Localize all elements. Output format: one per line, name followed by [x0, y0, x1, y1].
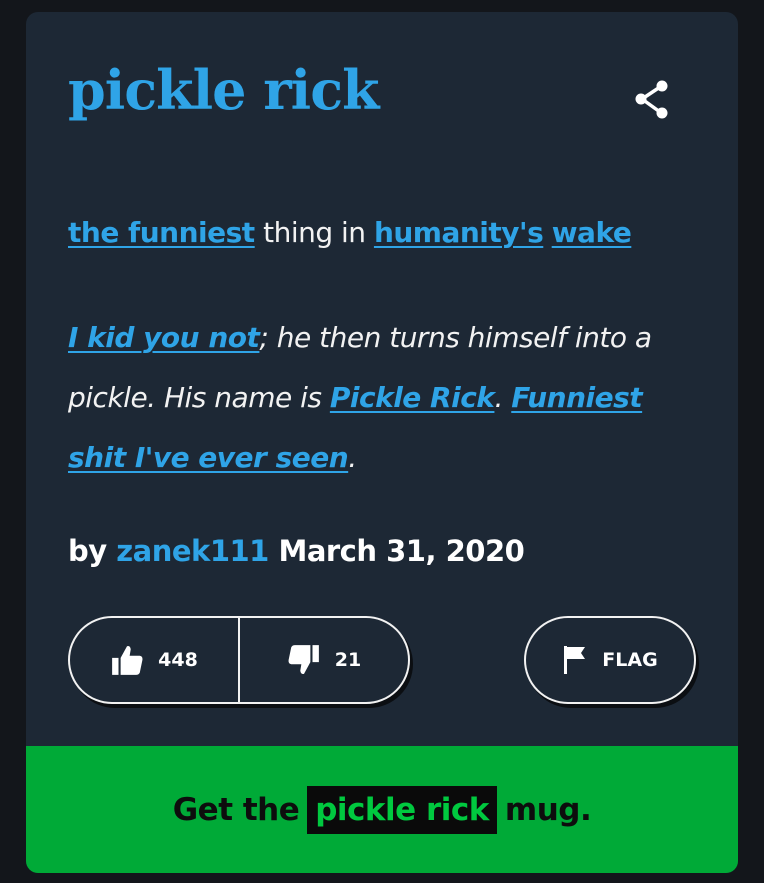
share-icon — [635, 80, 668, 119]
promo-highlight: pickle rick — [307, 785, 497, 834]
meaning-link-funniest[interactable]: the funniest — [68, 216, 255, 249]
flag-label: FLAG — [602, 649, 658, 671]
example-text: . — [348, 441, 357, 474]
upvote-button[interactable]: 448 — [70, 618, 238, 702]
mug-promo-banner[interactable]: Get the pickle rick mug. — [26, 746, 738, 873]
word-title[interactable]: pickle rick — [68, 58, 379, 122]
downvote-button[interactable]: 21 — [240, 618, 408, 702]
upvote-count: 448 — [158, 649, 198, 671]
example-link-pickle-rick[interactable]: Pickle Rick — [330, 381, 495, 414]
promo-suffix: mug. — [504, 791, 592, 828]
definition-meaning: the funniest thing in humanity's wake — [68, 216, 632, 249]
downvote-count: 21 — [334, 649, 362, 671]
meaning-text — [543, 216, 551, 249]
share-button[interactable] — [630, 76, 678, 124]
byline-prefix: by — [68, 534, 117, 568]
vote-buttons: 448 21 — [68, 616, 410, 704]
meaning-link-wake[interactable]: wake — [552, 216, 632, 249]
post-date: March 31, 2020 — [268, 534, 525, 568]
flag-icon — [564, 646, 586, 674]
definition-card: pickle rick the funniest thing in humani… — [26, 12, 738, 873]
example-link-i-kid-you-not[interactable]: I kid you not — [68, 321, 260, 354]
thumbs-up-icon — [112, 645, 143, 675]
definition-example: I kid you not; he then turns himself int… — [68, 308, 708, 488]
example-text: . — [494, 381, 512, 414]
byline: by zanek111 March 31, 2020 — [68, 534, 525, 568]
meaning-link-humanitys[interactable]: humanity's — [374, 216, 544, 249]
promo-prefix: Get the — [172, 791, 300, 828]
thumbs-down-icon — [288, 645, 319, 675]
meaning-text: thing in — [254, 216, 374, 249]
flag-button[interactable]: FLAG — [524, 616, 696, 704]
author-link[interactable]: zanek111 — [116, 534, 269, 568]
